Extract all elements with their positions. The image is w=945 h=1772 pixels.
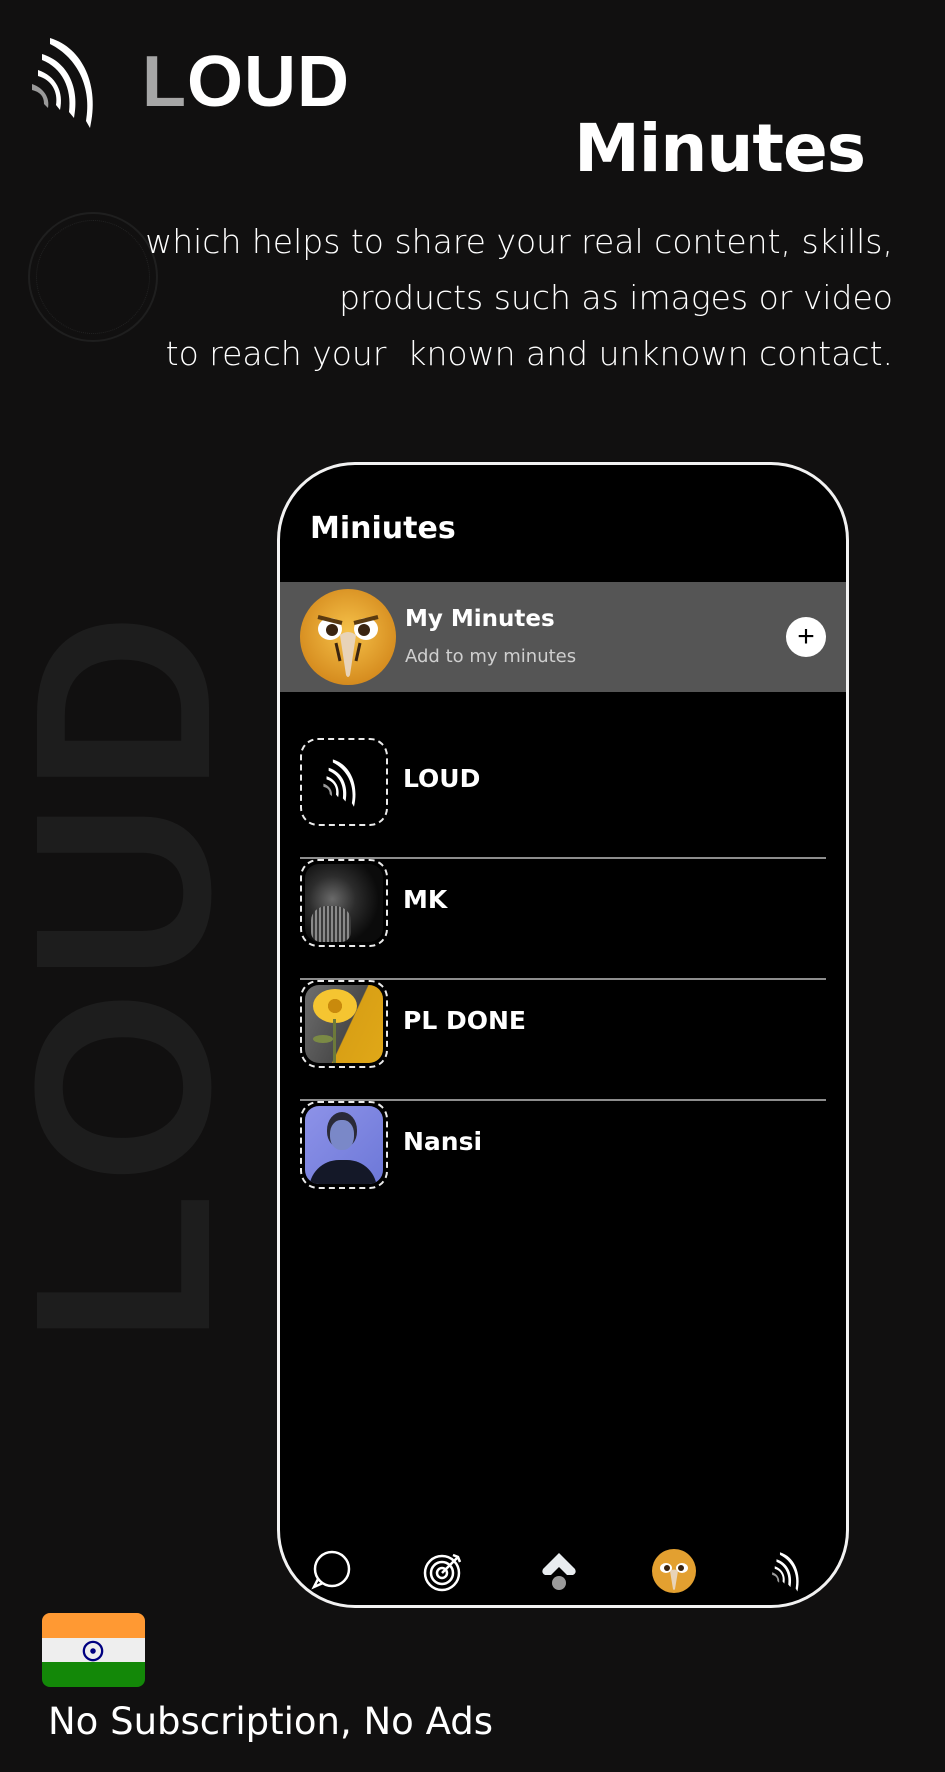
contact-name: LOUD [403,764,481,793]
loud-logo-thumbnail [305,743,383,821]
nav-target[interactable] [420,1547,468,1595]
sunflower-thumbnail [305,985,383,1063]
contact-item[interactable]: MK [300,859,826,980]
nav-profile[interactable] [650,1547,698,1595]
contact-thumbnail-frame [300,980,388,1068]
hero-description-line: products such as images or video [339,278,893,317]
contact-item[interactable]: LOUD [300,738,826,859]
contact-thumbnail-frame [300,738,388,826]
profile-avatar-icon [652,1549,696,1593]
upload-home-icon [542,1553,576,1590]
hero-description: which helps to share your real content, … [113,214,893,382]
my-minutes-subtitle: Add to my minutes [405,646,577,667]
woman-portrait-thumbnail [305,1106,383,1184]
old-man-portrait-thumbnail [305,864,383,942]
brand-letters-oud: OUD [186,42,350,122]
eagle-avatar [300,589,396,685]
my-minutes-title: My Minutes [405,606,555,632]
plus-icon: + [797,620,815,653]
nav-chat[interactable] [306,1547,354,1595]
contacts-list: LOUD MK PL DONE Nansi [300,738,826,1220]
contact-item[interactable]: Nansi [300,1101,826,1220]
footer-tagline: No Subscription, No Ads [48,1700,493,1743]
brand-letter-l: L [142,42,187,122]
contact-name: PL DONE [403,1006,526,1035]
nav-upload[interactable] [535,1547,583,1595]
contact-thumbnail-frame [300,859,388,947]
contact-name: MK [403,885,448,914]
india-flag-icon [42,1613,145,1687]
loud-waves-icon [32,38,93,128]
add-minute-button[interactable]: + [786,617,826,657]
target-icon [423,1553,462,1592]
hero-title: Minutes [574,110,866,187]
screen-title: Miniutes [310,511,456,546]
contact-name: Nansi [403,1127,483,1156]
my-minutes-row[interactable]: My Minutes Add to my minutes + [280,582,846,692]
phone-mockup: Miniutes My Minutes Add to my minutes + [277,462,849,1608]
chat-bubble-icon [311,1550,351,1590]
contact-item[interactable]: PL DONE [300,980,826,1101]
contact-thumbnail-frame [300,1101,388,1189]
hero-description-line: to reach your known and unknown contact. [165,334,893,373]
nav-loud[interactable] [770,1547,818,1595]
bottom-navigation [280,1535,846,1605]
hero-description-line: which helps to share your real content, … [145,222,893,261]
watermark-text: LOUD [0,605,262,1345]
loud-waves-icon [772,1552,799,1592]
watermark-label: LOUD [0,604,262,1346]
brand-logo-text: LOUD [142,46,350,118]
